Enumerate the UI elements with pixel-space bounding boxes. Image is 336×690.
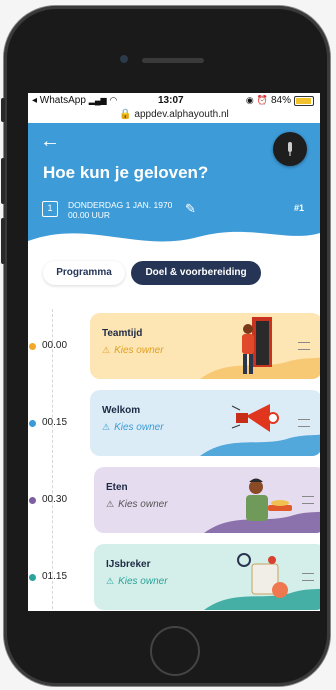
item-title: Eten: [106, 482, 128, 493]
choose-owner-link[interactable]: ⚠ Kies owner: [106, 576, 168, 587]
wifi-icon: ◠: [109, 95, 118, 105]
lock-rotation-icon: ◉: [245, 95, 254, 105]
earpiece-speaker: [142, 58, 204, 63]
item-title: Teamtijd: [102, 328, 143, 339]
drag-handle-icon[interactable]: [298, 419, 310, 427]
edit-pencil-icon[interactable]: ✎: [185, 201, 196, 217]
screen: ◂ WhatsApp ▂▄▆ ◠ 13:07 ◉ ⏰ 84% 🔒 appdev.…: [28, 93, 320, 611]
status-right: ◉ ⏰ 84%: [246, 95, 314, 106]
choose-owner-link[interactable]: ⚠ Kies owner: [102, 345, 164, 356]
date-label: DONDERDAG 1 JAN. 1970: [68, 200, 173, 210]
item-title: Welkom: [102, 405, 141, 416]
tab-programma[interactable]: Programma: [43, 261, 125, 285]
drag-handle-icon[interactable]: [298, 342, 310, 350]
signal-icon: ▂▄▆: [88, 96, 107, 105]
timeline-dot: [29, 420, 36, 427]
owner-label: Kies owner: [118, 576, 168, 587]
choose-owner-link[interactable]: ⚠ Kies owner: [106, 499, 168, 510]
clock: 13:07: [158, 95, 184, 106]
item-time: 00.30: [42, 494, 68, 505]
warning-icon: ⚠: [102, 345, 111, 355]
calendar-icon: 1: [42, 201, 58, 217]
timeline-dot: [29, 343, 36, 350]
item-time: 00.15: [42, 417, 68, 428]
item-time: 01.15: [42, 571, 68, 582]
timeline-line: [52, 309, 53, 609]
volume-down-button: [1, 218, 5, 264]
session-number: #1: [293, 203, 304, 213]
program-item-card[interactable]: Teamtijd ⚠ Kies owner: [90, 313, 320, 379]
back-app-label: ◂ WhatsApp: [32, 95, 86, 106]
owner-label: Kies owner: [118, 499, 168, 510]
warning-icon: ⚠: [106, 576, 115, 586]
program-item-card[interactable]: Eten ⚠ Kies owner: [94, 467, 320, 533]
front-camera: [120, 55, 128, 63]
owner-label: Kies owner: [114, 422, 164, 433]
home-button[interactable]: [150, 626, 200, 676]
item-title: IJsbreker: [106, 559, 151, 570]
back-to-app-link[interactable]: ◂ WhatsApp ▂▄▆ ◠: [32, 95, 117, 106]
header: ← Hoe kun je geloven? 1 DONDERDAG 1 JAN.…: [28, 123, 320, 263]
program-item-card[interactable]: Welkom ⚠ Kies owner: [90, 390, 320, 456]
microphone-icon: [288, 142, 292, 156]
battery-icon: [294, 95, 314, 106]
battery-percent: 84%: [270, 95, 291, 106]
door-person-illustration: [242, 317, 272, 374]
warning-icon: ⚠: [102, 422, 111, 432]
timeline-dot: [29, 497, 36, 504]
program-item-card[interactable]: IJsbreker ⚠ Kies owner: [94, 544, 320, 610]
url-bar[interactable]: 🔒 appdev.alphayouth.nl: [28, 109, 320, 123]
date-time: DONDERDAG 1 JAN. 1970 00.00 UUR: [68, 200, 172, 220]
back-arrow-icon[interactable]: ←: [40, 131, 60, 151]
warning-icon: ⚠: [106, 499, 115, 509]
choose-owner-link[interactable]: ⚠ Kies owner: [102, 422, 164, 433]
status-bar: ◂ WhatsApp ▂▄▆ ◠ 13:07 ◉ ⏰ 84%: [28, 93, 320, 109]
header-wave: [28, 231, 320, 263]
owner-label: Kies owner: [114, 345, 164, 356]
page-title: Hoe kun je geloven?: [43, 163, 209, 182]
objects-illustration: [237, 553, 288, 598]
mute-switch: [1, 98, 5, 122]
item-time: 00.00: [42, 340, 68, 351]
microphone-button[interactable]: [273, 132, 307, 166]
tab-doel-voorbereiding[interactable]: Doel & voorbereiding: [131, 261, 261, 285]
alarm-icon: ⏰: [256, 95, 268, 105]
megaphone-illustration: [231, 404, 279, 432]
timeline-dot: [29, 574, 36, 581]
person-eating-illustration: [246, 478, 292, 521]
volume-up-button: [1, 158, 5, 204]
time-label: 00.00 UUR: [68, 210, 111, 220]
